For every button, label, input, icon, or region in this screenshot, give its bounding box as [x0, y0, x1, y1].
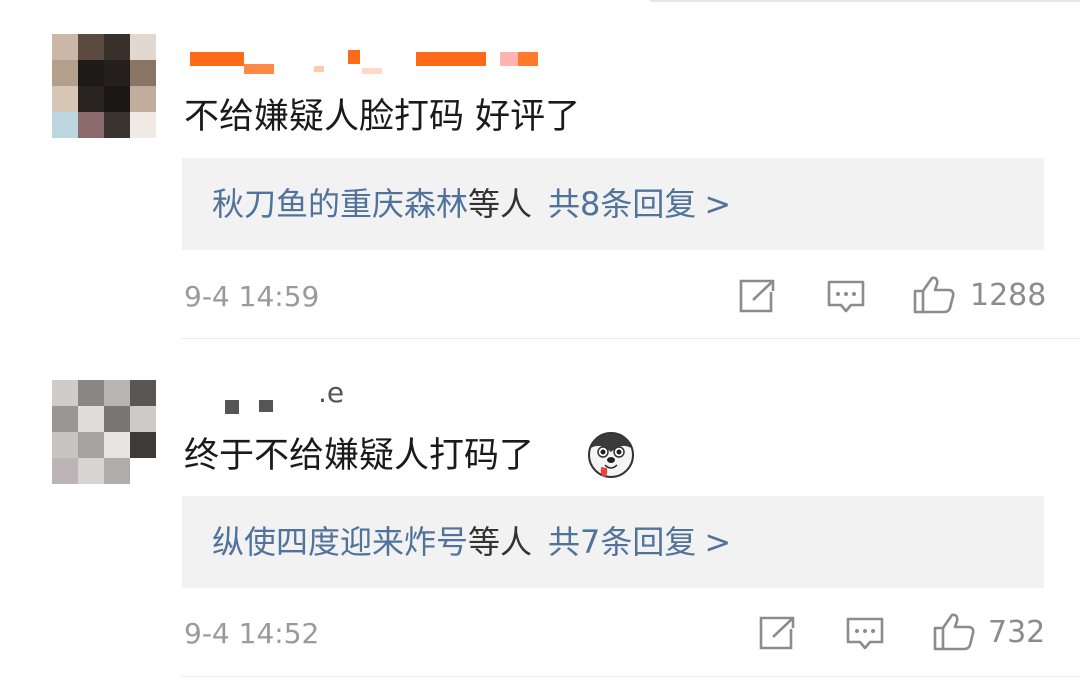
reply-arrow[interactable]: >	[704, 523, 731, 561]
comment-divider	[182, 338, 1080, 339]
avatar[interactable]	[52, 34, 156, 138]
husky-emoji-icon	[586, 430, 636, 480]
share-icon[interactable]	[737, 278, 777, 314]
like-count: 1288	[970, 278, 1047, 313]
reply-users[interactable]: 秋刀鱼的重庆森林	[212, 185, 468, 223]
like-count: 732	[988, 615, 1046, 650]
reply-arrow[interactable]: >	[704, 185, 731, 223]
reply-count[interactable]: 共7条回复	[548, 523, 696, 561]
reply-summary[interactable]: 纵使四度迎来炸号等人 共7条回复 >	[182, 496, 1044, 588]
reply-suffix: 等人	[468, 523, 533, 561]
reply-count[interactable]: 共8条回复	[548, 185, 696, 223]
like-icon[interactable]	[912, 275, 956, 315]
comment-icon[interactable]	[826, 279, 866, 315]
top-divider	[650, 0, 1080, 2]
like-icon[interactable]	[932, 612, 976, 652]
comment-icon[interactable]	[845, 616, 885, 652]
comment-divider	[182, 676, 1080, 677]
username-visible[interactable]: .e	[318, 376, 344, 410]
comment-time: 9-4 14:52	[184, 617, 320, 650]
username-redacted[interactable]	[190, 48, 550, 76]
avatar[interactable]	[52, 380, 156, 484]
comment-text: 终于不给嫌疑人打码了	[184, 436, 535, 476]
reply-summary[interactable]: 秋刀鱼的重庆森林等人 共8条回复 >	[182, 158, 1044, 250]
username-redacted[interactable]	[225, 378, 285, 418]
comment-text: 不给嫌疑人脸打码 好评了	[184, 97, 581, 137]
reply-users[interactable]: 纵使四度迎来炸号	[212, 523, 468, 561]
comment-time: 9-4 14:59	[184, 280, 320, 313]
share-icon[interactable]	[757, 615, 797, 651]
reply-suffix: 等人	[468, 185, 533, 223]
